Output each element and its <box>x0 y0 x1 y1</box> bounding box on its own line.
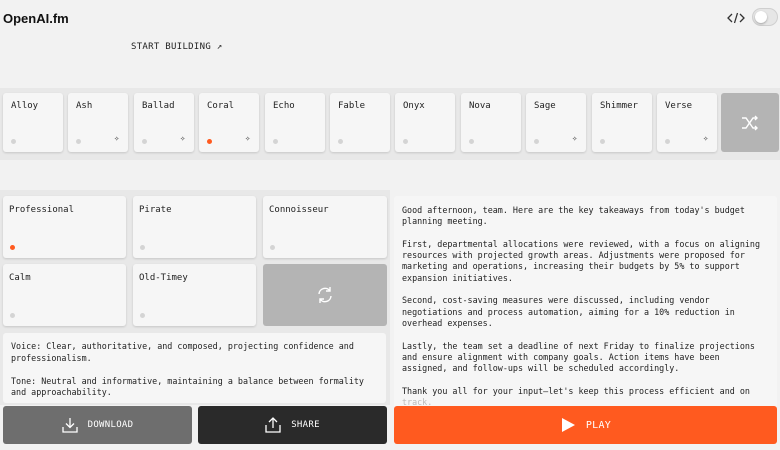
share-label: SHARE <box>291 420 320 430</box>
sparkle-icon: ✧ <box>245 134 251 144</box>
voice-indicator <box>76 139 81 144</box>
script-paragraph: Second, cost-saving measures were discus… <box>402 295 735 328</box>
voice-label: Ballad <box>142 101 175 111</box>
vibe-description[interactable]: Voice: Clear, authoritative, and compose… <box>3 333 386 403</box>
script-paragraph: Thank you all for your input—let's keep … <box>402 386 769 408</box>
voice-indicator <box>403 139 408 144</box>
script-paragraph: First, departmental allocations were rev… <box>402 238 760 283</box>
voice-card-sage[interactable]: Sage ✧ <box>526 93 586 152</box>
refresh-icon <box>318 287 332 303</box>
play-label: PLAY <box>585 419 612 431</box>
voice-indicator <box>469 139 474 144</box>
download-button[interactable]: DOWNLOAD <box>3 406 192 444</box>
voice-indicator <box>11 139 16 144</box>
vibe-indicator <box>270 245 275 250</box>
vibe-label: Pirate <box>139 205 172 215</box>
vibe-card-professional[interactable]: Professional <box>3 196 126 258</box>
toggle-knob <box>755 11 767 23</box>
vibe-card-pirate[interactable]: Pirate <box>133 196 256 258</box>
voice-indicator <box>534 139 539 144</box>
vibe-indicator <box>140 313 145 318</box>
voice-indicator <box>142 139 147 144</box>
vibe-card-old-timey[interactable]: Old-Timey <box>133 264 256 326</box>
voice-card-verse[interactable]: Verse ✧ <box>657 93 717 152</box>
sparkle-icon: ✧ <box>572 134 578 144</box>
vibe-indicator <box>10 313 15 318</box>
voice-label: Ash <box>76 101 93 111</box>
brand-logo[interactable]: OpenAI.fm <box>3 11 69 26</box>
vibe-label: Professional <box>9 205 75 215</box>
refresh-vibes-button[interactable] <box>263 264 387 326</box>
start-building-link[interactable]: START BUILDING ↗ <box>131 42 223 52</box>
voice-indicator <box>207 139 212 144</box>
voice-card-ballad[interactable]: Ballad ✧ <box>134 93 194 152</box>
sparkle-icon: ✧ <box>114 134 120 144</box>
voice-label: Alloy <box>11 101 39 111</box>
vibe-card-calm[interactable]: Calm <box>3 264 126 326</box>
voice-card-ash[interactable]: Ash ✧ <box>68 93 128 152</box>
download-label: DOWNLOAD <box>87 420 134 430</box>
sparkle-icon: ✧ <box>180 134 186 144</box>
voice-card-alloy[interactable]: Alloy <box>3 93 63 152</box>
voice-card-echo[interactable]: Echo <box>265 93 325 152</box>
download-icon <box>61 418 78 433</box>
script-text: Thank you all for your input—let's keep … <box>402 385 750 396</box>
voice-label: Verse <box>665 101 693 111</box>
shuffle-voice-button[interactable] <box>721 93 779 152</box>
shuffle-icon <box>742 115 758 130</box>
vibe-indicator <box>10 245 15 250</box>
vibe-label: Calm <box>9 273 31 283</box>
voice-card-nova[interactable]: Nova <box>461 93 521 152</box>
voice-label: Onyx <box>403 101 425 111</box>
script-textarea[interactable]: Good afternoon, team. Here are the key t… <box>394 196 777 408</box>
script-paragraph: Good afternoon, team. Here are the key t… <box>402 205 745 227</box>
vibe-label: Old-Timey <box>139 273 188 283</box>
theme-toggle[interactable] <box>752 8 778 26</box>
voice-label: Echo <box>273 101 295 111</box>
share-button[interactable]: SHARE <box>198 406 387 444</box>
voice-indicator <box>273 139 278 144</box>
voice-label: Fable <box>338 101 366 111</box>
play-button[interactable]: PLAY <box>394 406 777 444</box>
voice-indicator <box>338 139 343 144</box>
voice-description: Voice: Clear, authoritative, and compose… <box>11 341 354 363</box>
voice-indicator <box>665 139 670 144</box>
voice-label: Sage <box>534 101 556 111</box>
voice-card-coral[interactable]: Coral ✧ <box>199 93 259 152</box>
voice-label: Shimmer <box>600 101 638 111</box>
share-icon <box>265 417 281 433</box>
voice-card-fable[interactable]: Fable <box>330 93 390 152</box>
vibe-card-connoisseur[interactable]: Connoisseur <box>263 196 387 258</box>
sparkle-icon: ✧ <box>703 134 709 144</box>
voice-card-onyx[interactable]: Onyx <box>395 93 455 152</box>
script-paragraph: Lastly, the team set a deadline of next … <box>402 340 755 374</box>
voice-label: Coral <box>207 101 235 111</box>
tone-description: Tone: Neutral and informative, maintaini… <box>11 375 364 398</box>
voice-label: Nova <box>469 101 491 111</box>
play-icon <box>561 418 575 432</box>
vibe-indicator <box>140 245 145 250</box>
voice-card-shimmer[interactable]: Shimmer <box>592 93 652 152</box>
vibe-label: Connoisseur <box>269 205 329 215</box>
code-icon[interactable] <box>726 11 746 25</box>
voice-indicator <box>600 139 605 144</box>
